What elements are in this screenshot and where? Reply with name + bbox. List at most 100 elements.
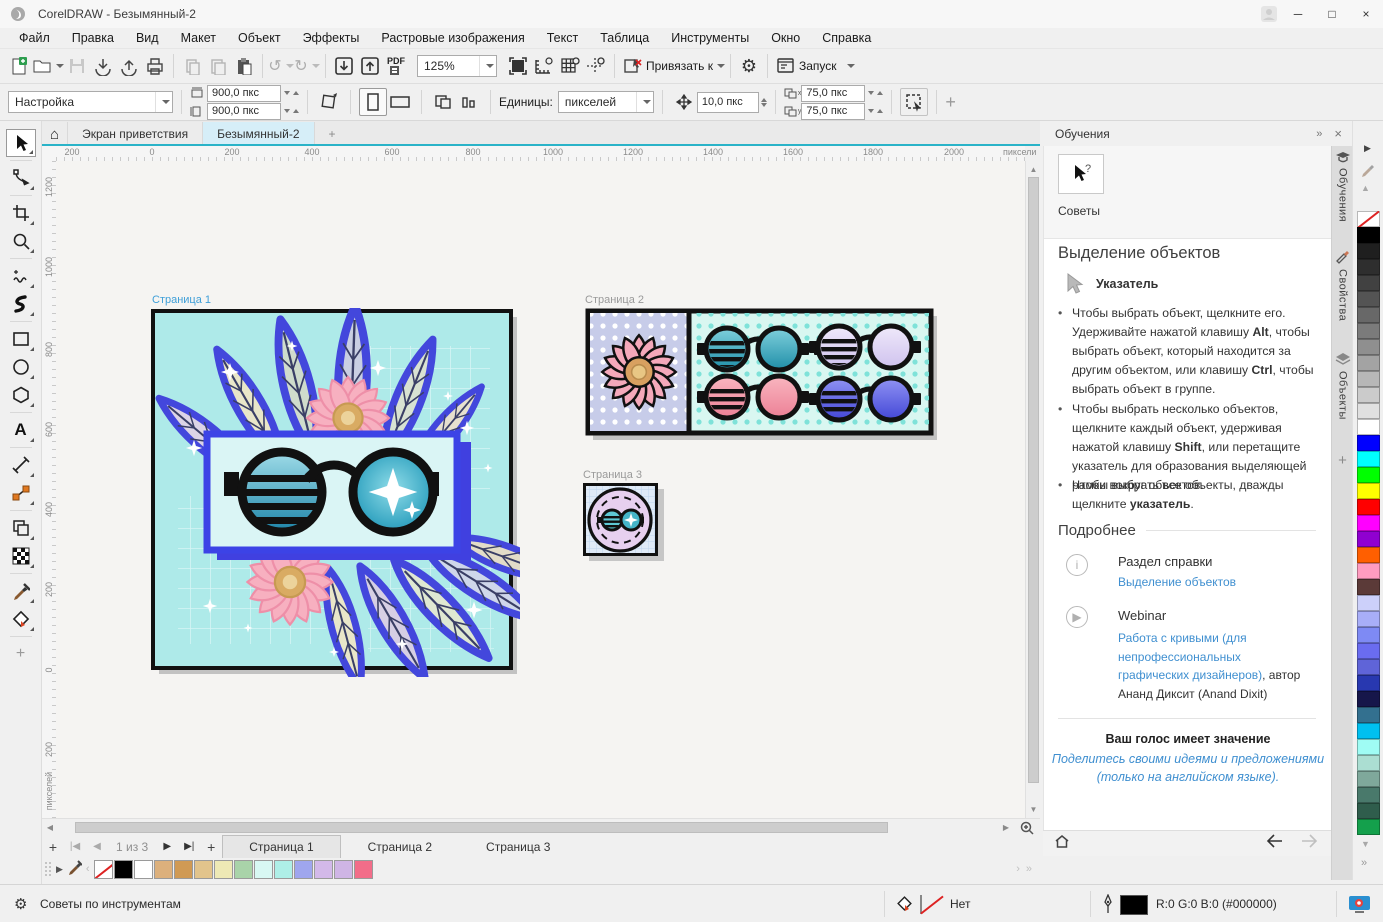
fill-none-swatch[interactable] [920,895,922,914]
menu-help[interactable]: Справка [811,28,882,48]
new-document-button[interactable] [6,53,32,79]
units-combo[interactable]: пикселей [558,91,654,113]
main-swatch[interactable] [1357,787,1380,803]
ellipse-tool[interactable] [6,353,36,381]
palette-eyedropper-icon[interactable] [67,859,82,880]
undo-button[interactable]: ↺ [268,53,294,79]
main-swatch[interactable] [1357,659,1380,675]
portrait-button[interactable] [359,88,387,116]
main-swatch[interactable] [1357,675,1380,691]
rectangle-tool[interactable] [6,325,36,353]
vertical-scroll-thumb[interactable] [1028,177,1039,783]
doc-swatch[interactable] [214,860,233,879]
snap-to-label[interactable]: Привязать к [646,59,713,73]
show-guidelines-button[interactable] [583,53,609,79]
ruler-origin-box[interactable] [42,146,57,162]
drawing-canvas[interactable]: Страница 1 [56,161,1025,818]
menu-effects[interactable]: Эффекты [292,28,371,48]
status-gear-icon[interactable]: ⚙ [14,895,27,914]
vertical-ruler[interactable]: 1200 1000 800 600 400 200 0 200 пикселей [42,161,57,818]
main-swatch[interactable] [1357,723,1380,739]
document-color-settings-icon[interactable] [1348,894,1372,919]
menu-object[interactable]: Объект [227,28,292,48]
page-tab-2[interactable]: Страница 2 [341,835,459,859]
artistic-media-tool[interactable] [6,290,36,318]
nudge-field[interactable]: 10,0 пкс [697,92,759,113]
zoom-tool[interactable] [6,227,36,255]
palette-scroll-down-icon[interactable]: ▼ [1361,839,1370,849]
page2-artwork[interactable] [585,308,937,440]
home-tab[interactable]: ⌂ [42,122,68,146]
doc-swatch[interactable] [234,860,253,879]
main-swatch[interactable] [1357,435,1380,451]
save-button[interactable] [64,53,90,79]
main-swatch[interactable] [1357,707,1380,723]
main-swatch[interactable] [1357,323,1380,339]
main-swatch[interactable] [1357,355,1380,371]
page1-artwork[interactable] [150,308,520,677]
main-swatch[interactable] [1357,739,1380,755]
freehand-tool[interactable] [6,262,36,290]
export-button[interactable] [357,53,383,79]
page3-artwork[interactable] [583,483,665,562]
main-swatch[interactable] [1357,547,1380,563]
main-swatch[interactable] [1357,243,1380,259]
palette-scroll-left-icon[interactable]: ‹ [86,863,90,875]
menu-bitmaps[interactable]: Растровые изображения [370,28,535,48]
share-content-icon[interactable] [116,53,142,79]
help-topic-link[interactable]: Выделение объектов [1118,575,1236,589]
page3-label[interactable]: Страница 3 [583,469,642,481]
publish-pdf-button[interactable]: PDF [383,53,409,79]
menu-tools[interactable]: Инструменты [660,28,760,48]
docker-tab-objects[interactable]: Объекты [1332,352,1353,420]
interactive-fill-tool[interactable] [6,605,36,633]
main-swatch[interactable] [1357,611,1380,627]
docker-tab-properties[interactable]: Свойства [1332,250,1353,321]
main-swatch[interactable] [1357,755,1380,771]
minimize-button[interactable]: ─ [1281,1,1315,28]
copy-button[interactable] [205,53,231,79]
main-swatch[interactable] [1357,627,1380,643]
page-tab-1[interactable]: Страница 1 [222,835,340,859]
main-swatch[interactable] [1357,387,1380,403]
snap-off-icon[interactable] [620,53,646,79]
palette-scroll-right-icon[interactable]: › [1016,863,1020,875]
options-gear-icon[interactable]: ⚙ [736,53,762,79]
scroll-left-icon[interactable]: ◀ [44,821,56,834]
doc-swatch[interactable] [134,860,153,879]
docker-back-icon[interactable] [1265,833,1285,854]
all-page-sizes-button[interactable] [456,89,482,115]
palette-expand-icon[interactable]: » [1026,863,1032,875]
doc-swatch[interactable] [194,860,213,879]
document-tab-active[interactable]: Безымянный-2 [203,122,314,146]
page1-label[interactable]: Страница 1 [152,294,211,306]
docker-forward-icon[interactable] [1299,833,1319,854]
duplicate-x-field[interactable]: 75,0 пкс [801,85,865,102]
shape-tool[interactable] [6,164,36,192]
doc-swatch[interactable] [174,860,193,879]
doc-swatch[interactable] [294,860,313,879]
main-swatch[interactable] [1357,771,1380,787]
docker-collapse-icon[interactable]: » [1316,128,1322,140]
new-tab-plus[interactable]: + [315,122,350,146]
fullscreen-preview-button[interactable] [505,53,531,79]
show-grid-button[interactable] [557,53,583,79]
docker-close-icon[interactable]: × [1334,126,1342,141]
connector-tool[interactable] [6,479,36,507]
crop-tool[interactable] [6,199,36,227]
customize-toolbox-plus[interactable]: + [6,640,36,668]
doc-swatch[interactable] [314,860,333,879]
menu-edit[interactable]: Правка [61,28,125,48]
page-tab-3[interactable]: Страница 3 [459,835,577,859]
main-swatch[interactable] [1357,259,1380,275]
main-swatch[interactable] [1357,291,1380,307]
webinar-link[interactable]: Работа с кривыми (для непрофессиональных… [1118,631,1262,682]
menu-file[interactable]: Файл [8,28,61,48]
maximize-button[interactable]: □ [1315,1,1349,28]
palette-drag-handle[interactable] [44,861,52,877]
first-page-icon[interactable]: |◀ [64,841,86,852]
import-button[interactable] [331,53,357,79]
main-swatch[interactable] [1357,643,1380,659]
main-swatch[interactable] [1357,403,1380,419]
print-button[interactable] [142,53,168,79]
